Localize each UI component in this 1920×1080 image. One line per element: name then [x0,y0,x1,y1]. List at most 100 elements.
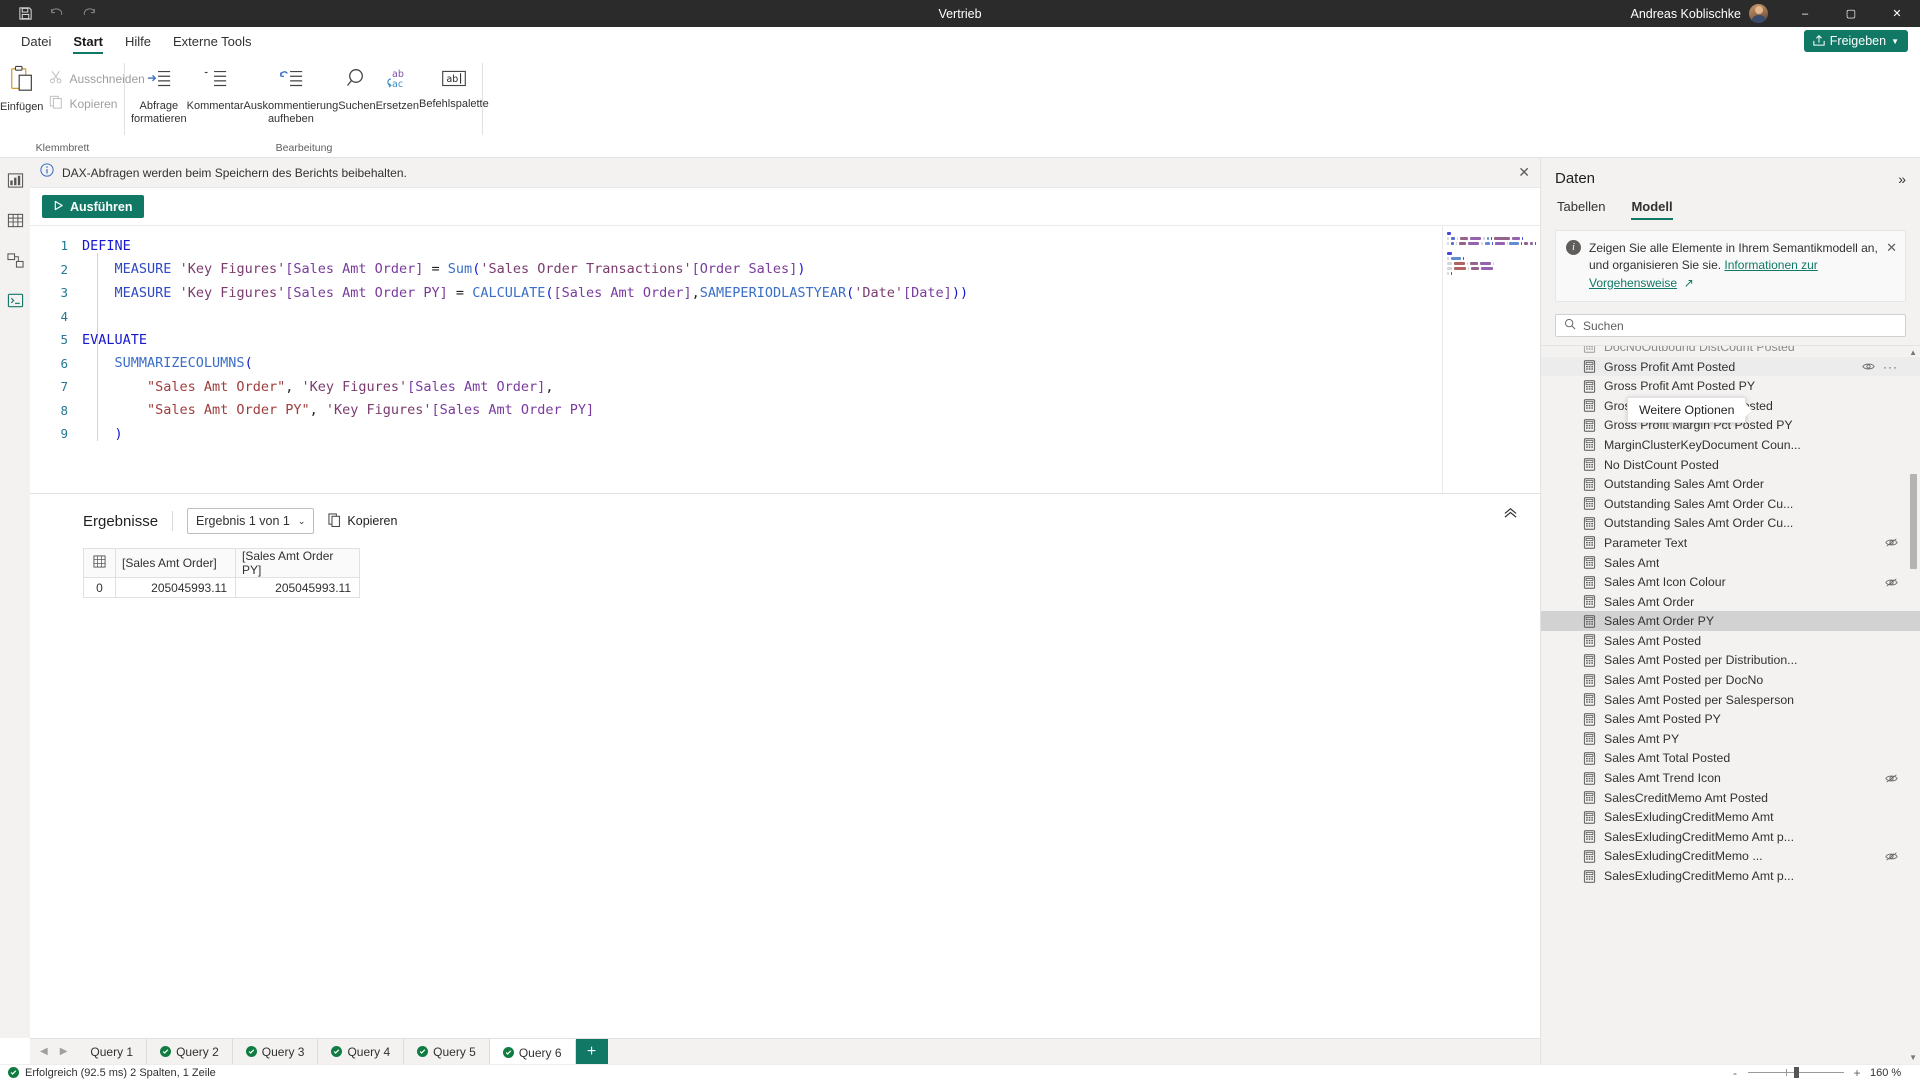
measure-label: Sales Amt Posted per DocNo [1604,673,1763,687]
measure-item[interactable]: Outstanding Sales Amt Order Cu... [1541,494,1920,514]
code-line: 4 [30,305,1540,329]
save-icon[interactable] [10,2,40,26]
dax-query-view-icon[interactable] [3,288,27,312]
close-button[interactable]: ✕ [1874,0,1920,27]
measure-item[interactable]: Sales Amt Posted per Distribution... [1541,651,1920,671]
tab-tabellen[interactable]: Tabellen [1557,199,1605,220]
scroll-up-arrow[interactable]: ▲ [1909,348,1917,357]
measure-item[interactable]: Sales Amt Icon Colour [1541,572,1920,592]
tab-modell[interactable]: Modell [1631,199,1672,220]
model-view-icon[interactable] [3,248,27,272]
measure-item[interactable]: SalesCreditMemo Amt Posted [1541,788,1920,808]
measure-item[interactable]: Sales Amt Posted [1541,631,1920,651]
visibility-eye-icon[interactable] [1862,361,1875,372]
add-query-button[interactable]: + [576,1039,608,1064]
table-row[interactable]: 0 205045993.11 205045993.11 [84,578,360,598]
measure-icon [1583,713,1596,726]
measure-trailing-icons [1885,773,1898,784]
search-button[interactable]: Suchen [338,59,375,142]
query-tab[interactable]: Query 1 [77,1039,147,1064]
measure-item[interactable]: SalesExludingCreditMemo Amt p... [1541,866,1920,886]
zoom-slider[interactable] [1748,1072,1844,1073]
query-tab-label: Query 4 [347,1045,390,1059]
copy-results-button[interactable]: Kopieren [328,513,397,530]
view-rail [0,158,30,1038]
run-button[interactable]: Ausführen [42,195,144,218]
query-tab[interactable]: Query 6 [490,1039,576,1064]
report-view-icon[interactable] [3,168,27,192]
measure-item[interactable]: Sales Amt Order [1541,592,1920,612]
line-number: 5 [30,332,82,347]
table-view-icon[interactable] [3,208,27,232]
code-text: "Sales Amt Order PY", 'Key Figures'[Sale… [82,402,594,418]
notification-text: DAX-Abfragen werden beim Speichern des B… [62,166,407,180]
tab-scroll-arrows[interactable]: ◀ ▶ [30,1039,77,1064]
measure-item[interactable]: Sales Amt PY [1541,729,1920,749]
scrollbar[interactable]: ▲ ▼ [1909,346,1918,1064]
menu-item-hilfe[interactable]: Hilfe [114,28,162,54]
measure-item[interactable]: Sales Amt Total Posted [1541,749,1920,769]
measure-item[interactable]: MarginClusterKeyDocument Coun... [1541,435,1920,455]
more-options-icon[interactable]: ··· [1883,360,1898,374]
scroll-down-arrow[interactable]: ▼ [1909,1053,1917,1062]
collapse-results-button[interactable] [1503,506,1518,524]
measure-label: SalesExludingCreditMemo Amt [1604,810,1774,824]
paste-button[interactable]: Einfügen [0,59,43,142]
undo-icon[interactable] [42,2,72,26]
replace-button[interactable]: ab ac Ersetzen [376,59,419,142]
share-button[interactable]: Freigeben ▼ [1804,30,1908,52]
measure-item[interactable]: Sales Amt Posted PY [1541,709,1920,729]
column-header[interactable]: [Sales Amt Order PY] [236,549,360,578]
measure-item[interactable]: SalesExludingCreditMemo Amt p... [1541,827,1920,847]
query-tab[interactable]: Query 5 [404,1039,490,1064]
query-tab[interactable]: Query 2 [147,1039,233,1064]
zoom-slider-thumb[interactable] [1794,1067,1799,1078]
results-grid[interactable]: [Sales Amt Order] [Sales Amt Order PY] 0… [83,548,360,598]
column-header[interactable]: [Sales Amt Order] [116,549,236,578]
zoom-control[interactable]: - + 160 % [1730,1066,1912,1080]
measure-item[interactable]: No DistCount Posted [1541,455,1920,475]
format-query-button[interactable]: Abfrageformatieren [131,59,187,142]
measure-item[interactable]: Sales Amt Posted per Salesperson [1541,690,1920,710]
measure-item[interactable]: Sales Amt Order PY [1541,611,1920,631]
measure-item[interactable]: Outstanding Sales Amt Order Cu... [1541,514,1920,534]
close-icon[interactable]: ✕ [1518,164,1530,181]
menu-item-datei[interactable]: Datei [10,28,62,54]
redo-icon[interactable] [74,2,104,26]
command-palette-button[interactable]: ab Befehlspalette [419,59,489,142]
measure-list[interactable]: DocNoOutbound DistCount PostedGross Prof… [1541,345,1920,1064]
measure-item[interactable]: Outstanding Sales Amt Order [1541,474,1920,494]
measure-item[interactable]: Sales Amt [1541,553,1920,573]
search-input[interactable]: Suchen [1555,314,1906,337]
query-tab[interactable]: Query 4 [318,1039,404,1064]
chevron-double-right-icon[interactable]: » [1898,171,1906,187]
menu-item-externe-tools[interactable]: Externe Tools [162,28,263,54]
editor-minimap[interactable] [1442,226,1540,493]
measure-item[interactable]: Parameter Text [1541,533,1920,553]
result-selector[interactable]: Ergebnis 1 von 1 ⌄ [187,508,314,534]
comment-label: Kommentar [187,100,244,113]
measure-item[interactable]: Gross Profit Amt Posted··· [1541,357,1920,377]
code-editor[interactable]: 1DEFINE2 MEASURE 'Key Figures'[Sales Amt… [30,225,1540,493]
query-tab[interactable]: Query 3 [233,1039,319,1064]
minimize-button[interactable]: – [1782,0,1828,27]
measure-item[interactable]: SalesExludingCreditMemo ... [1541,847,1920,867]
measure-label: Sales Amt Total Posted [1604,751,1730,765]
uncomment-button[interactable]: Auskommentierungaufheben [244,59,339,142]
menu-item-start[interactable]: Start [62,28,114,54]
scrollbar-thumb[interactable] [1910,474,1917,569]
measure-item[interactable]: Gross Profit Amt Posted PY [1541,376,1920,396]
maximize-button[interactable]: ▢ [1828,0,1874,27]
zoom-in-button[interactable]: + [1852,1066,1862,1080]
measure-item[interactable]: SalesExludingCreditMemo Amt [1541,807,1920,827]
measure-item[interactable]: Sales Amt Trend Icon [1541,768,1920,788]
comment-button[interactable]: Kommentar [187,59,244,142]
measure-item[interactable]: Sales Amt Posted per DocNo [1541,670,1920,690]
avatar[interactable] [1749,4,1768,23]
close-icon[interactable]: ✕ [1886,240,1897,292]
chevron-left-icon[interactable]: ◀ [40,1046,48,1057]
zoom-out-button[interactable]: - [1730,1066,1740,1080]
measure-item[interactable]: DocNoOutbound DistCount Posted [1541,345,1920,357]
chevron-right-icon[interactable]: ▶ [60,1046,68,1057]
measure-label: Parameter Text [1604,536,1687,550]
